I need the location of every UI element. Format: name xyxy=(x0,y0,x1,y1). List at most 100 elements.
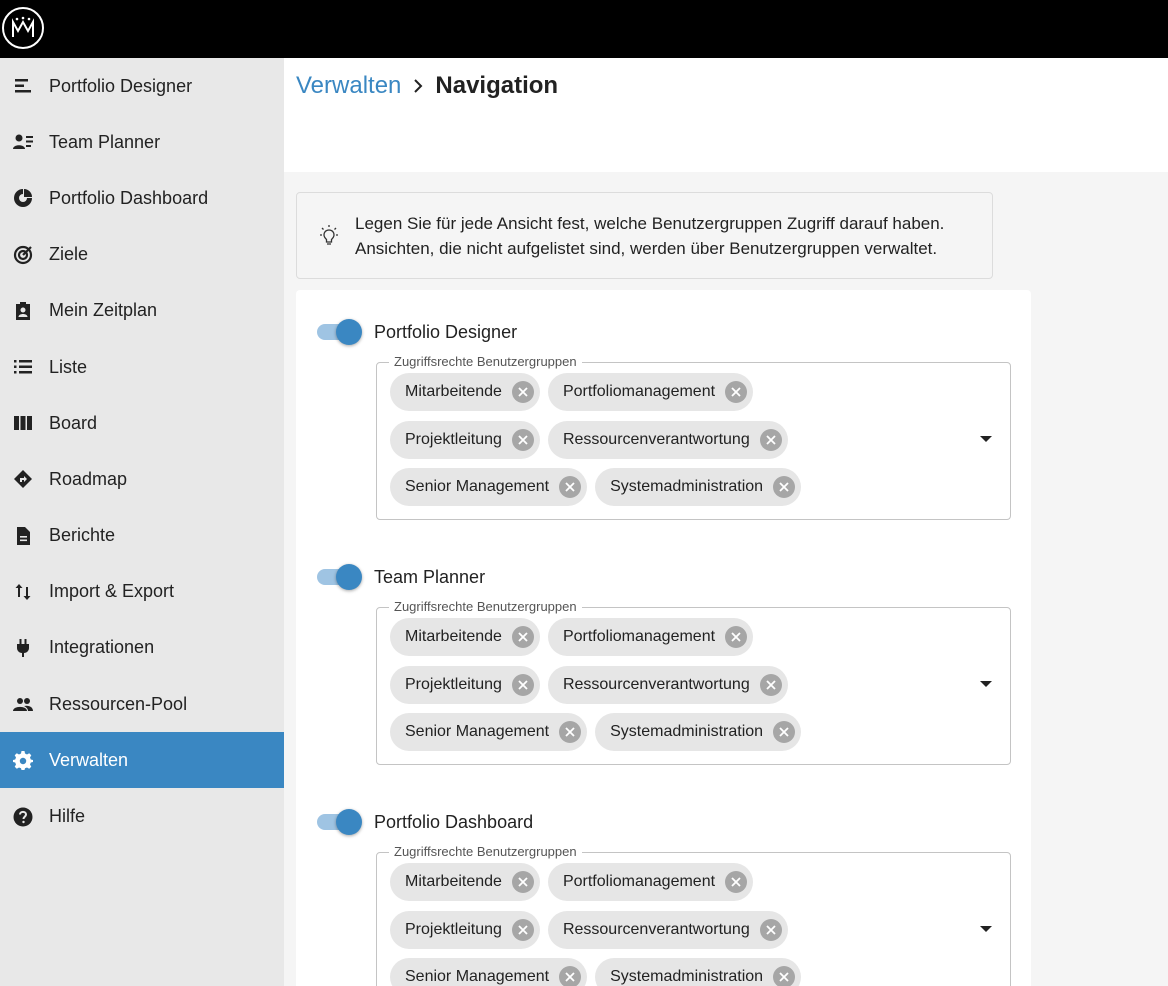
sidebar-item-label: Berichte xyxy=(49,525,116,546)
sidebar-item-portfolio-dashboard[interactable]: Portfolio Dashboard xyxy=(0,170,284,226)
sidebar-item-label: Integrationen xyxy=(49,637,155,658)
sidebar-item-hilfe[interactable]: Hilfe xyxy=(0,788,284,844)
chip-remove-icon[interactable] xyxy=(759,428,782,451)
sidebar-item-label: Board xyxy=(49,412,98,433)
page-title: Navigation xyxy=(435,72,559,99)
sidebar-item-liste[interactable]: Liste xyxy=(0,339,284,395)
info-line-1: Legen Sie für jede Ansicht fest, welche … xyxy=(355,213,945,233)
view-toggle[interactable] xyxy=(316,809,362,835)
field-label: Zugriffsrechte Benutzergruppen xyxy=(389,844,582,859)
chip-remove-icon[interactable] xyxy=(773,476,796,498)
chip-label: Portfoliomanagement xyxy=(562,628,716,645)
info-banner: Legen Sie für jede Ansicht fest, welche … xyxy=(296,192,993,279)
view-title: Portfolio Designer xyxy=(374,321,518,342)
breadcrumb: Verwalten Navigation xyxy=(296,72,558,100)
chip-label: Senior Management xyxy=(405,478,550,495)
app-logo[interactable] xyxy=(2,7,44,49)
view-section-portfolio-dashboard: Portfolio Dashboard Zugriffsrechte Benut… xyxy=(316,807,1011,986)
sidebar-item-integrationen[interactable]: Integrationen xyxy=(0,620,284,676)
sidebar-item-label: Hilfe xyxy=(49,806,86,827)
sidebar-item-mein-zeitplan[interactable]: Mein Zeitplan xyxy=(0,283,284,339)
view-title: Team Planner xyxy=(374,566,486,587)
chip-remove-icon[interactable] xyxy=(759,918,782,941)
view-toggle[interactable] xyxy=(316,564,362,590)
sidebar-item-label: Team Planner xyxy=(49,131,161,152)
sidebar-item-ressourcen-pool[interactable]: Ressourcen-Pool xyxy=(0,676,284,732)
group-chip: Systemadministration xyxy=(595,958,802,986)
sidebar: Portfolio Designer Team Planner Portfoli… xyxy=(0,58,284,986)
user-groups-select[interactable]: Zugriffsrechte Benutzergruppen Mitarbeit… xyxy=(376,844,1011,986)
sidebar-item-label: Roadmap xyxy=(49,468,128,489)
user-groups-select[interactable]: Zugriffsrechte Benutzergruppen Mitarbeit… xyxy=(376,354,1011,520)
group-chip: Mitarbeitende xyxy=(390,373,540,411)
chip-remove-icon[interactable] xyxy=(511,871,534,893)
logo-icon xyxy=(12,16,34,37)
info-line-2: Ansichten, die nicht aufgelistet sind, w… xyxy=(355,238,938,258)
chip-label: Mitarbeitende xyxy=(405,383,502,400)
chip-remove-icon[interactable] xyxy=(559,721,582,743)
sidebar-item-berichte[interactable]: Berichte xyxy=(0,508,284,564)
dropdown-caret-icon[interactable] xyxy=(980,436,992,442)
chip-label: Portfoliomanagement xyxy=(562,383,716,400)
chip-remove-icon[interactable] xyxy=(725,871,748,893)
lightbulb-icon xyxy=(320,224,338,245)
sidebar-item-board[interactable]: Board xyxy=(0,395,284,451)
dropdown-caret-icon[interactable] xyxy=(980,926,992,932)
dashboard-icon xyxy=(12,187,34,209)
group-chip: Senior Management xyxy=(390,958,588,986)
list-icon xyxy=(12,356,34,378)
field-label: Zugriffsrechte Benutzergruppen xyxy=(389,599,582,614)
info-text: Legen Sie für jede Ansicht fest, welche … xyxy=(355,211,944,261)
chip-remove-icon[interactable] xyxy=(559,966,582,986)
sidebar-item-label: Mein Zeitplan xyxy=(49,300,158,321)
sidebar-item-label: Liste xyxy=(49,356,88,377)
sidebar-item-ziele[interactable]: Ziele xyxy=(0,227,284,283)
chip-remove-icon[interactable] xyxy=(511,381,534,403)
toggle-knob xyxy=(336,564,362,590)
user-groups-select[interactable]: Zugriffsrechte Benutzergruppen Mitarbeit… xyxy=(376,599,1011,765)
chip-remove-icon[interactable] xyxy=(773,721,796,743)
chip-remove-icon[interactable] xyxy=(511,673,534,696)
group-chip: Mitarbeitende xyxy=(390,618,540,656)
group-chip: Ressourcenverantwortung xyxy=(547,420,788,459)
breadcrumb-link-verwalten[interactable]: Verwalten xyxy=(296,72,401,100)
view-toggle[interactable] xyxy=(316,319,362,345)
sidebar-item-team-planner[interactable]: Team Planner xyxy=(0,114,284,170)
chip-remove-icon[interactable] xyxy=(511,918,534,941)
sidebar-item-label: Portfolio Dashboard xyxy=(49,187,209,208)
plug-icon xyxy=(12,637,34,659)
sidebar-item-roadmap[interactable]: Roadmap xyxy=(0,451,284,507)
group-chip: Senior Management xyxy=(390,713,588,751)
chip-label: Projektleitung xyxy=(405,920,502,938)
chip-remove-icon[interactable] xyxy=(725,626,748,648)
sidebar-item-label: Import & Export xyxy=(49,581,175,602)
roadmap-icon xyxy=(12,468,34,490)
chip-remove-icon[interactable] xyxy=(725,381,748,403)
chevron-right-icon xyxy=(411,79,425,93)
sidebar-item-label: Ziele xyxy=(49,244,89,265)
chip-remove-icon[interactable] xyxy=(511,428,534,451)
dropdown-caret-icon[interactable] xyxy=(980,681,992,687)
group-chip: Ressourcenverantwortung xyxy=(547,665,788,704)
sidebar-item-label: Verwalten xyxy=(49,749,129,770)
sidebar-item-portfolio-designer[interactable]: Portfolio Designer xyxy=(0,58,284,114)
chip-label: Ressourcenverantwortung xyxy=(562,920,750,938)
chip-remove-icon[interactable] xyxy=(511,626,534,648)
chip-remove-icon[interactable] xyxy=(759,673,782,696)
group-chip: Projektleitung xyxy=(390,910,540,949)
clipboard-person-icon xyxy=(12,300,34,322)
sidebar-item-import-export[interactable]: Import & Export xyxy=(0,564,284,620)
portfolio-designer-icon xyxy=(12,75,34,97)
chip-remove-icon[interactable] xyxy=(773,966,796,986)
group-chip: Systemadministration xyxy=(595,713,802,751)
group-chip: Projektleitung xyxy=(390,420,540,459)
chip-label: Systemadministration xyxy=(610,968,764,985)
chip-label: Projektleitung xyxy=(405,430,502,448)
people-icon xyxy=(12,693,34,715)
gear-icon xyxy=(12,749,34,771)
chip-remove-icon[interactable] xyxy=(559,476,582,498)
group-chip: Portfoliomanagement xyxy=(547,618,754,656)
view-permissions-card: Portfolio Designer Zugriffsrechte Benutz… xyxy=(296,290,1031,986)
sidebar-item-verwalten[interactable]: Verwalten xyxy=(0,732,284,789)
board-icon xyxy=(12,412,34,434)
